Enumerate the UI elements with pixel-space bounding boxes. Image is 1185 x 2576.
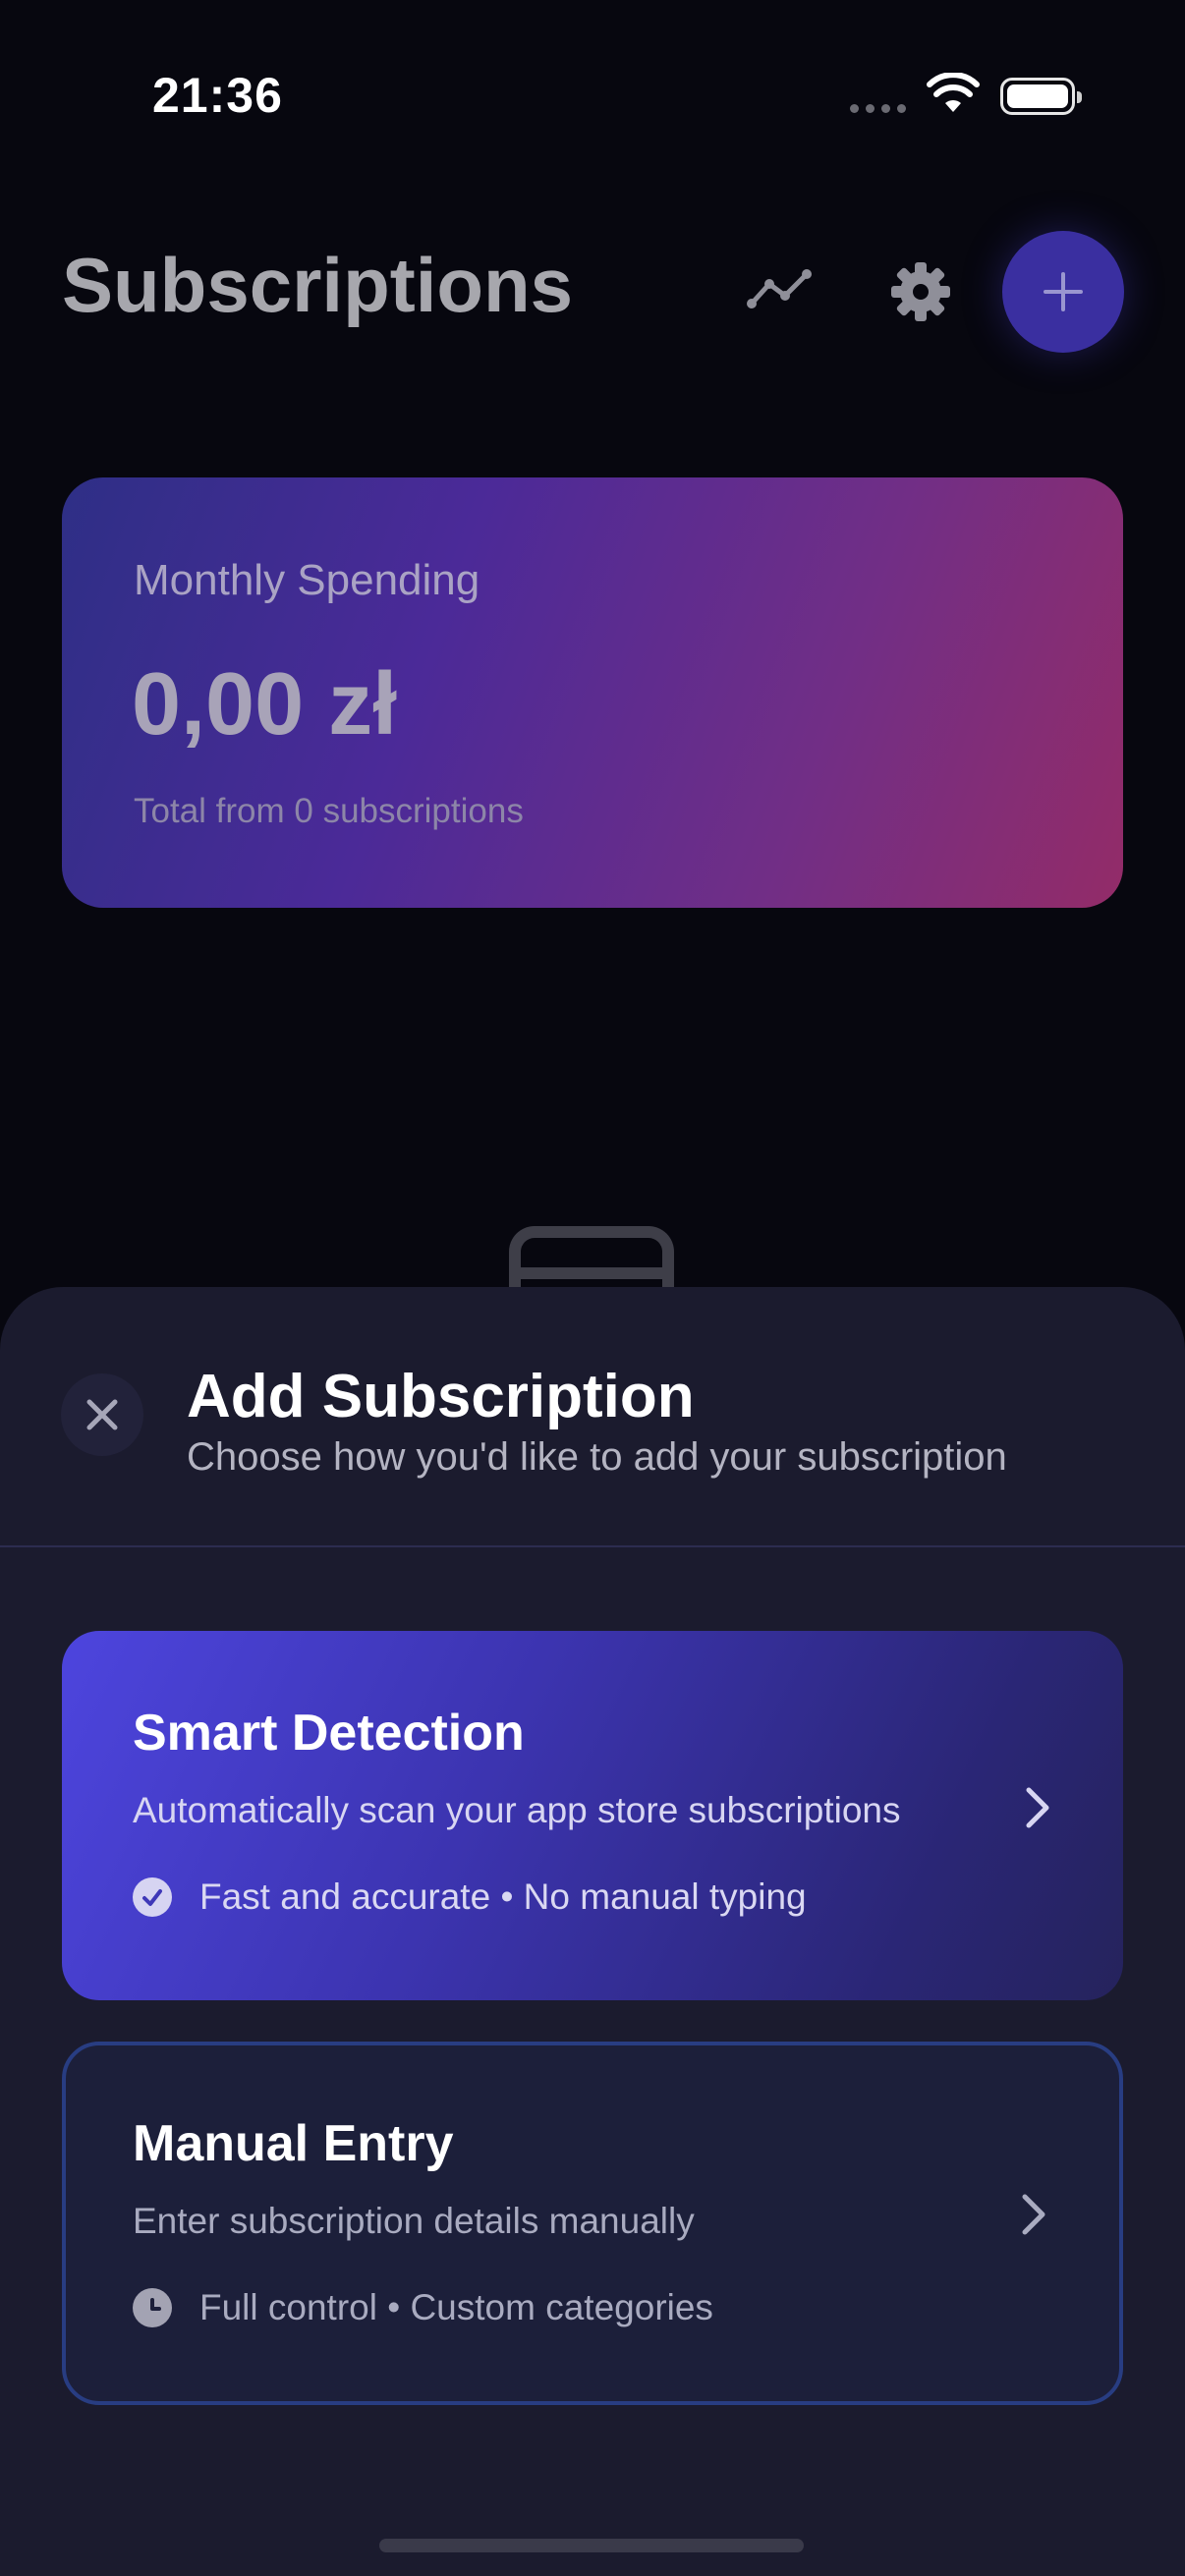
add-subscription-button[interactable] <box>1002 231 1124 353</box>
smart-detection-option[interactable]: Smart Detection Automatically scan your … <box>62 1631 1123 2000</box>
monthly-spending-card: Monthly Spending 0,00 zł Total from 0 su… <box>62 477 1123 908</box>
clock-icon <box>133 2288 172 2327</box>
gear-icon[interactable] <box>884 255 957 328</box>
close-button[interactable] <box>61 1373 143 1456</box>
feature-text: Fast and accurate • No manual typing <box>199 1876 807 1917</box>
spending-label: Monthly Spending <box>134 556 480 604</box>
battery-icon <box>1000 78 1082 115</box>
option-title: Smart Detection <box>133 1705 525 1762</box>
analytics-trend-icon[interactable] <box>744 260 815 319</box>
sheet-divider <box>0 1545 1185 1547</box>
feature-text: Full control • Custom categories <box>199 2287 713 2327</box>
spending-subtitle: Total from 0 subscriptions <box>134 792 524 830</box>
plus-icon <box>1044 272 1083 311</box>
sheet-subtitle: Choose how you'd like to add your subscr… <box>187 1435 1007 1479</box>
feature-row: Fast and accurate • No manual typing <box>133 1876 807 1918</box>
chevron-right-icon <box>1026 1787 1049 1828</box>
cellular-signal-icon <box>850 104 906 113</box>
manual-entry-option[interactable]: Manual Entry Enter subscription details … <box>62 2042 1123 2405</box>
wifi-icon <box>927 73 980 112</box>
page-title: Subscriptions <box>62 242 574 328</box>
home-indicator[interactable] <box>379 2539 804 2552</box>
status-time: 21:36 <box>152 68 283 123</box>
chevron-right-icon <box>1022 2194 1045 2235</box>
option-description: Automatically scan your app store subscr… <box>133 1790 901 1830</box>
spending-amount: 0,00 zł <box>132 655 398 754</box>
close-icon <box>86 1399 118 1430</box>
option-title: Manual Entry <box>133 2115 454 2172</box>
feature-row: Full control • Custom categories <box>133 2287 713 2328</box>
option-description: Enter subscription details manually <box>133 2201 695 2241</box>
add-subscription-sheet: Add Subscription Choose how you'd like t… <box>0 1287 1185 2576</box>
checkmark-circle-icon <box>133 1877 172 1917</box>
sheet-title: Add Subscription <box>187 1363 695 1430</box>
